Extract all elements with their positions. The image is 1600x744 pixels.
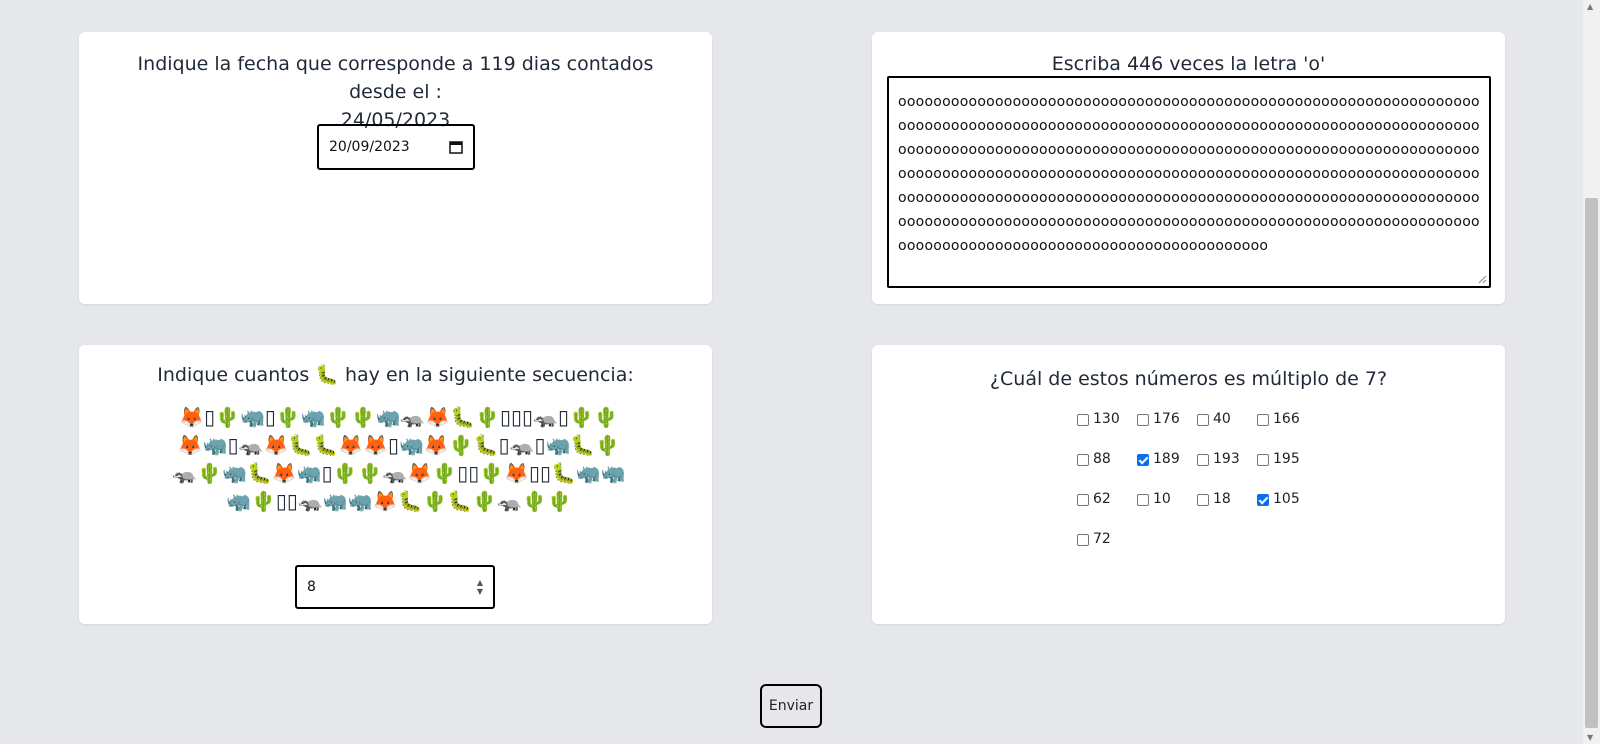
option-label: 166 bbox=[1273, 411, 1300, 427]
option-195[interactable]: 195 bbox=[1257, 451, 1317, 491]
date-input-value: 20/09/2023 bbox=[329, 139, 410, 155]
option-10[interactable]: 10 bbox=[1137, 491, 1197, 531]
option-label: 176 bbox=[1153, 411, 1180, 427]
options-grid: 130 176 40 166 88 189 193 195 62 10 18 105 72 bbox=[1077, 411, 1317, 571]
option-130[interactable]: 130 bbox=[1077, 411, 1137, 451]
option-label: 62 bbox=[1093, 491, 1111, 507]
text-question-prompt: Escriba 446 veces la letra 'o' bbox=[1051, 53, 1326, 75]
date-question-prompt: Indique la fecha que corresponde a 119 d… bbox=[79, 32, 712, 134]
count-number-input[interactable]: 8 ▲ ▼ bbox=[295, 565, 495, 609]
option-88[interactable]: 88 bbox=[1077, 451, 1137, 491]
option-label: 195 bbox=[1273, 451, 1300, 467]
scroll-down-icon[interactable]: ▼ bbox=[1587, 733, 1593, 742]
emoji-prompt-before: Indique cuantos bbox=[157, 364, 310, 386]
spinner-up-icon[interactable]: ▲ bbox=[477, 578, 483, 587]
textarea-value: oooooooooooooooooooooooooooooooooooooooo… bbox=[898, 94, 1480, 254]
number-spinner[interactable]: ▲ ▼ bbox=[477, 567, 483, 607]
option-checkbox[interactable] bbox=[1077, 494, 1089, 506]
option-label: 40 bbox=[1213, 411, 1231, 427]
text-question-card: Escriba 446 veces la letra 'o' ooooooooo… bbox=[872, 32, 1505, 304]
scroll-up-icon[interactable]: ▲ bbox=[1587, 2, 1593, 11]
option-label: 88 bbox=[1093, 451, 1111, 467]
option-checkbox[interactable] bbox=[1257, 454, 1269, 466]
option-label: 189 bbox=[1153, 451, 1180, 467]
page-scrollbar[interactable]: ▲ ▼ bbox=[1583, 0, 1600, 744]
emoji-question-card: Indique cuantos 🐛 hay en la siguiente se… bbox=[79, 345, 712, 624]
target-emoji: 🐛 bbox=[315, 364, 339, 386]
option-checkbox[interactable] bbox=[1257, 494, 1269, 506]
multiple-question-prompt: ¿Cuál de estos números es múltiplo de 7? bbox=[989, 368, 1388, 390]
option-105[interactable]: 105 bbox=[1257, 491, 1317, 531]
letters-textarea[interactable]: oooooooooooooooooooooooooooooooooooooooo… bbox=[887, 76, 1491, 288]
option-189[interactable]: 189 bbox=[1137, 451, 1197, 491]
date-question-card: Indique la fecha que corresponde a 119 d… bbox=[79, 32, 712, 304]
option-checkbox[interactable] bbox=[1137, 454, 1149, 466]
option-72[interactable]: 72 bbox=[1077, 531, 1137, 571]
spinner-down-icon[interactable]: ▼ bbox=[477, 587, 483, 596]
option-checkbox[interactable] bbox=[1197, 414, 1209, 426]
option-label: 10 bbox=[1153, 491, 1171, 507]
option-checkbox[interactable] bbox=[1257, 414, 1269, 426]
option-label: 130 bbox=[1093, 411, 1120, 427]
option-176[interactable]: 176 bbox=[1137, 411, 1197, 451]
option-18[interactable]: 18 bbox=[1197, 491, 1257, 531]
scroll-thumb[interactable] bbox=[1585, 198, 1598, 728]
date-input[interactable]: 20/09/2023 bbox=[317, 124, 475, 170]
date-prompt-line1: Indique la fecha que corresponde a 119 d… bbox=[137, 53, 654, 103]
emoji-sequence: 🦊▯🌵🦏▯🌵🦏🌵🌵🦏🦡🦊🐛🌵▯▯▯🦡▯🌵🌵🦊🦏▯🦡🦊🐛🐛🦊🦊▯🦏🦊🌵🐛▯🦡▯🦏🐛… bbox=[172, 405, 626, 513]
option-checkbox[interactable] bbox=[1197, 454, 1209, 466]
option-checkbox[interactable] bbox=[1077, 454, 1089, 466]
option-checkbox[interactable] bbox=[1077, 414, 1089, 426]
option-166[interactable]: 166 bbox=[1257, 411, 1317, 451]
count-input-value: 8 bbox=[307, 579, 316, 595]
option-193[interactable]: 193 bbox=[1197, 451, 1257, 491]
option-checkbox[interactable] bbox=[1077, 534, 1089, 546]
multiple-question-card: ¿Cuál de estos números es múltiplo de 7?… bbox=[872, 345, 1505, 624]
option-checkbox[interactable] bbox=[1197, 494, 1209, 506]
emoji-question-prompt: Indique cuantos 🐛 hay en la siguiente se… bbox=[79, 345, 712, 389]
calendar-icon[interactable] bbox=[449, 140, 463, 154]
resize-grip-icon[interactable] bbox=[1477, 274, 1487, 284]
option-label: 105 bbox=[1273, 491, 1300, 507]
option-checkbox[interactable] bbox=[1137, 414, 1149, 426]
option-checkbox[interactable] bbox=[1137, 494, 1149, 506]
option-40[interactable]: 40 bbox=[1197, 411, 1257, 451]
submit-button[interactable]: Enviar bbox=[760, 684, 822, 728]
option-62[interactable]: 62 bbox=[1077, 491, 1137, 531]
option-label: 72 bbox=[1093, 531, 1111, 547]
option-label: 18 bbox=[1213, 491, 1231, 507]
emoji-prompt-after: hay en la siguiente secuencia: bbox=[344, 364, 634, 386]
option-label: 193 bbox=[1213, 451, 1240, 467]
